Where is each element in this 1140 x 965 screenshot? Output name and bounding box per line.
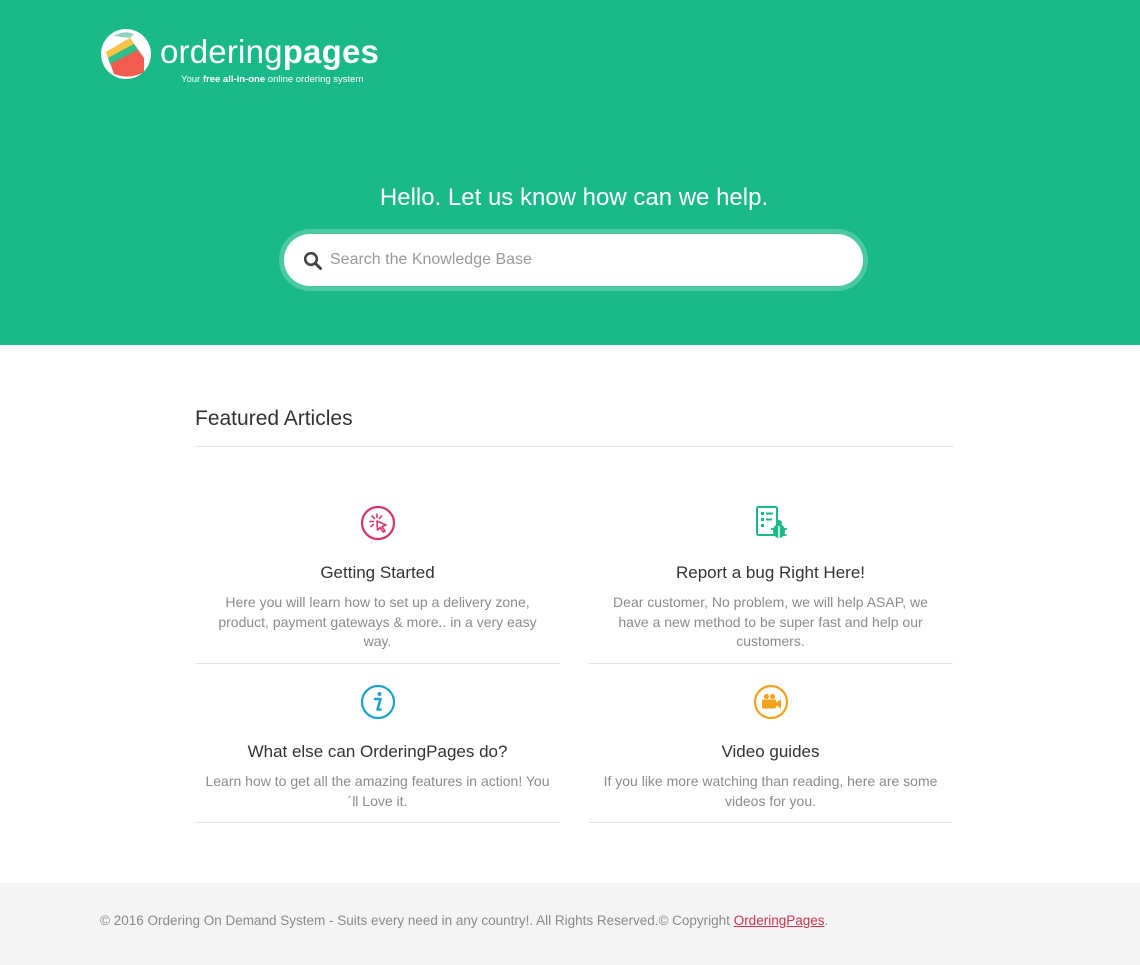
card-divider	[195, 822, 560, 823]
bug-report-icon	[756, 506, 787, 538]
card-description: Here you will learn how to set up a deli…	[218, 594, 537, 649]
article-card-report-bug[interactable]: Report a bug Right Here! Dear customer, …	[588, 505, 953, 665]
article-card-features[interactable]: What else can OrderingPages do? Learn ho…	[195, 684, 560, 824]
card-divider	[195, 663, 560, 664]
card-description: Learn how to get all the amazing feature…	[205, 773, 550, 809]
card-title: Video guides	[721, 742, 820, 761]
card-divider	[588, 663, 953, 664]
card-title: Getting Started	[320, 563, 435, 582]
search-container	[279, 229, 868, 291]
footer-brand-link[interactable]: OrderingPages	[734, 913, 825, 928]
hero-banner: orderingpages Your free all-in-one onlin…	[0, 0, 1140, 345]
brand-logo[interactable]: orderingpages Your free all-in-one onlin…	[100, 28, 400, 90]
brand-tagline: Your free all-in-one online ordering sys…	[181, 74, 363, 85]
brand-word-bold: pages	[282, 33, 380, 70]
search-box	[284, 234, 863, 286]
video-camera-icon	[753, 684, 789, 720]
divider	[195, 446, 954, 447]
search-input[interactable]	[330, 234, 840, 286]
article-card-getting-started[interactable]: Getting Started Here you will learn how …	[195, 505, 560, 665]
footer-copyright: © 2016 Ordering On Demand System - Suits…	[100, 913, 828, 928]
section-title: Featured Articles	[195, 407, 353, 430]
logo-mark-icon	[101, 29, 151, 79]
hero-title: Hello. Let us know how can we help.	[379, 184, 769, 211]
card-divider	[588, 822, 953, 823]
footer-text: © 2016 Ordering On Demand System - Suits…	[100, 913, 734, 928]
search-icon	[303, 251, 322, 270]
brand-word-light: ordering	[160, 33, 283, 70]
info-icon	[360, 684, 396, 720]
tagline-bold: free all-in-one	[202, 74, 266, 85]
cursor-click-icon	[360, 505, 396, 541]
footer: © 2016 Ordering On Demand System - Suits…	[0, 883, 1140, 965]
tagline-pre: Your	[181, 74, 203, 85]
article-card-video-guides[interactable]: Video guides If you like more watching t…	[588, 684, 953, 824]
card-title: Report a bug Right Here!	[676, 563, 865, 582]
card-title: What else can OrderingPages do?	[247, 742, 508, 761]
card-description: Dear customer, No problem, we will help …	[613, 594, 928, 649]
tagline-post: online ordering system	[265, 74, 364, 85]
card-description: If you like more watching than reading, …	[603, 773, 938, 809]
footer-suffix: .	[824, 913, 829, 928]
brand-wordmark: orderingpages	[160, 32, 379, 72]
